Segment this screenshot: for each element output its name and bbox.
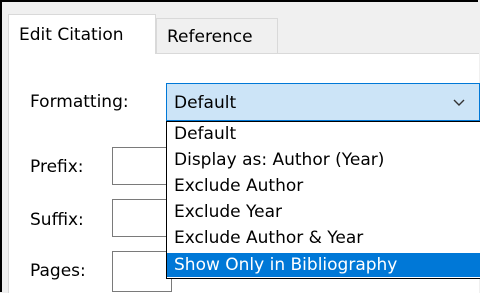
formatting-value: Default: [174, 93, 237, 113]
tab-edit-citation[interactable]: Edit Citation: [8, 14, 156, 54]
dropdown-option-exclude-year[interactable]: Exclude Year: [167, 200, 480, 224]
formatting-dropdown-list: Default Display as: Author (Year) Exclud…: [166, 121, 480, 279]
chevron-down-icon[interactable]: [451, 94, 467, 110]
dropdown-option-display-author-year[interactable]: Display as: Author (Year): [167, 148, 480, 172]
tab-reference[interactable]: Reference: [156, 18, 278, 54]
dropdown-option-exclude-author-year[interactable]: Exclude Author & Year: [167, 226, 480, 250]
dropdown-option-show-only-bibliography[interactable]: Show Only in Bibliography: [167, 253, 480, 277]
pages-input[interactable]: [112, 251, 172, 292]
pages-label: Pages:: [30, 261, 86, 281]
formatting-label: Formatting:: [30, 92, 129, 112]
suffix-label: Suffix:: [30, 210, 84, 230]
suffix-input[interactable]: [112, 199, 172, 237]
dropdown-option-exclude-author[interactable]: Exclude Author: [167, 174, 480, 198]
formatting-combobox[interactable]: Default: [166, 83, 480, 121]
prefix-label: Prefix:: [30, 157, 84, 177]
prefix-input[interactable]: [112, 147, 172, 185]
dropdown-option-default[interactable]: Default: [167, 122, 480, 146]
